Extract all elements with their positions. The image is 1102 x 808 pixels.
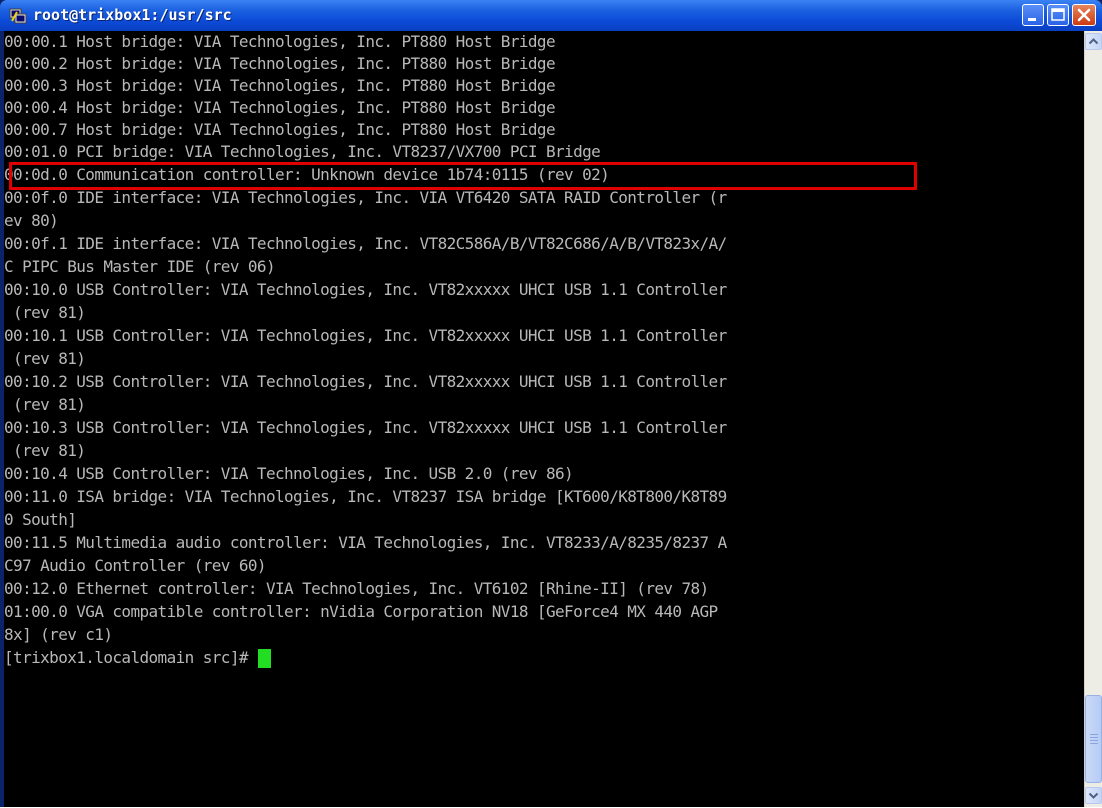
terminal-line: 00:0f.0 IDE interface: VIA Technologies,… [4,188,727,207]
terminal-line: (rev 81) [4,395,86,414]
terminal-line: 00:00.3 Host bridge: VIA Technologies, I… [4,76,556,95]
scroll-up-button[interactable] [1085,33,1102,50]
terminal-line: 00:10.4 USB Controller: VIA Technologies… [4,464,574,483]
scroll-thumb[interactable] [1085,695,1102,783]
terminal-line: 00:00.4 Host bridge: VIA Technologies, I… [4,98,556,117]
terminal-line: 00:00.2 Host bridge: VIA Technologies, I… [4,54,556,73]
terminal-line: C97 Audio Controller (rev 60) [4,556,267,575]
terminal-line: ev 80) [4,211,59,230]
terminal-prompt-line[interactable]: [trixbox1.localdomain src]# [4,647,271,669]
terminal-line: 00:10.2 USB Controller: VIA Technologies… [4,372,727,391]
shell-prompt: [trixbox1.localdomain src]# [4,648,248,667]
terminal-line: 00:10.1 USB Controller: VIA Technologies… [4,326,727,345]
terminal-line: 00:0f.1 IDE interface: VIA Technologies,… [4,234,727,253]
terminal-line: 00:10.0 USB Controller: VIA Technologies… [4,280,727,299]
text-cursor [257,649,271,668]
close-button[interactable] [1072,4,1096,26]
vertical-scrollbar[interactable] [1084,31,1102,807]
terminal-window: root@trixbox1:/usr/src 00:00.1 Host brid… [0,0,1102,807]
minimize-button[interactable] [1022,4,1044,26]
scroll-up-arrow-icon [1088,38,1099,45]
scroll-down-arrow-icon [1088,792,1099,799]
terminal-line: 0 South] [4,510,77,529]
putty-icon[interactable] [9,6,27,24]
terminal-line: 00:12.0 Ethernet controller: VIA Technol… [4,579,709,598]
scroll-down-button[interactable] [1085,787,1102,804]
title-bar[interactable]: root@trixbox1:/usr/src [0,0,1102,31]
terminal-line: (rev 81) [4,349,86,368]
minimize-icon [1028,18,1036,21]
terminal-line: 8x] (rev c1) [4,625,113,644]
highlight-box [9,162,917,190]
close-icon [1077,8,1091,22]
terminal-line: 00:00.1 Host bridge: VIA Technologies, I… [4,32,556,51]
window-title: root@trixbox1:/usr/src [33,6,232,24]
terminal-line: 00:11.5 Multimedia audio controller: VIA… [4,533,727,552]
maximize-icon [1051,8,1065,21]
terminal-line: (rev 81) [4,303,86,322]
maximize-button[interactable] [1047,4,1069,26]
terminal-line: 00:10.3 USB Controller: VIA Technologies… [4,418,727,437]
terminal-output[interactable]: 00:00.1 Host bridge: VIA Technologies, I… [4,31,1084,807]
terminal-line: 00:00.7 Host bridge: VIA Technologies, I… [4,120,556,139]
terminal-line: 01:00.0 VGA compatible controller: nVidi… [4,602,718,621]
terminal-line: C PIPC Bus Master IDE (rev 06) [4,257,276,276]
terminal-line: (rev 81) [4,441,86,460]
terminal-line: 00:01.0 PCI bridge: VIA Technologies, In… [4,142,601,161]
terminal-line: 00:11.0 ISA bridge: VIA Technologies, In… [4,487,727,506]
